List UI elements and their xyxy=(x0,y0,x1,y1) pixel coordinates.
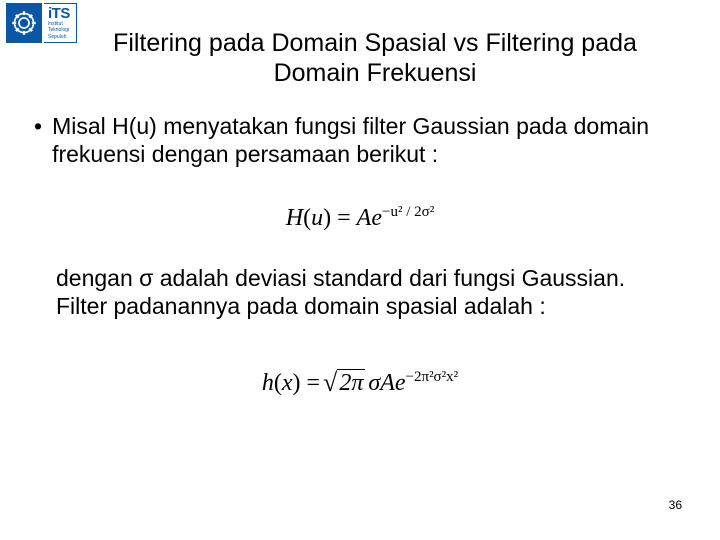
formula1-lparen: ( xyxy=(303,205,311,231)
logo-subline-3: Sepuluh xyxy=(48,35,70,41)
its-logo: iTS Institut Teknologi Sepuluh xyxy=(6,3,77,43)
formula2-e: e xyxy=(395,370,406,396)
formula2-A: A xyxy=(380,370,395,396)
logo-subline-2: Teknologi xyxy=(48,28,70,34)
gear-icon xyxy=(6,3,42,43)
formula2-exp: −2π²σ²x² xyxy=(406,369,459,385)
sqrt-icon: √2π xyxy=(323,368,365,398)
formula-h-x: h(x) = √2π σAe−2π²σ²x² xyxy=(0,368,720,398)
formula1-eq: = xyxy=(331,205,357,231)
paragraph-1: Misal H(u) menyatakan fungsi filter Gaus… xyxy=(52,112,672,168)
formula2-arg: x xyxy=(282,370,293,396)
formula2-lparen: ( xyxy=(274,370,282,396)
formula2-eq: = xyxy=(301,370,321,396)
formula1-rparen: ) xyxy=(323,205,331,231)
formula2-sigma: σ xyxy=(368,370,380,396)
paragraph-2: dengan σ adalah deviasi standard dari fu… xyxy=(56,264,672,320)
formula2-lhs: h xyxy=(262,370,274,396)
bullet-item: • Misal H(u) menyatakan fungsi filter Ga… xyxy=(34,112,672,168)
formula2-rparen: ) xyxy=(293,370,301,396)
formula2-sqrt-in: 2π xyxy=(337,369,365,397)
formula-h-u: H(u) = Ae−u² / 2σ² xyxy=(0,204,720,232)
page-number: 36 xyxy=(669,498,682,512)
formula1-arg: u xyxy=(311,205,323,231)
page-title: Filtering pada Domain Spasial vs Filteri… xyxy=(70,28,680,88)
bullet-marker: • xyxy=(34,112,42,140)
formula1-exp: −u² / 2σ² xyxy=(382,204,434,220)
logo-its-label: iTS xyxy=(48,6,70,21)
formula1-lhs: H xyxy=(286,205,303,231)
formula1-e: e xyxy=(371,205,382,231)
formula1-A: A xyxy=(357,205,372,231)
